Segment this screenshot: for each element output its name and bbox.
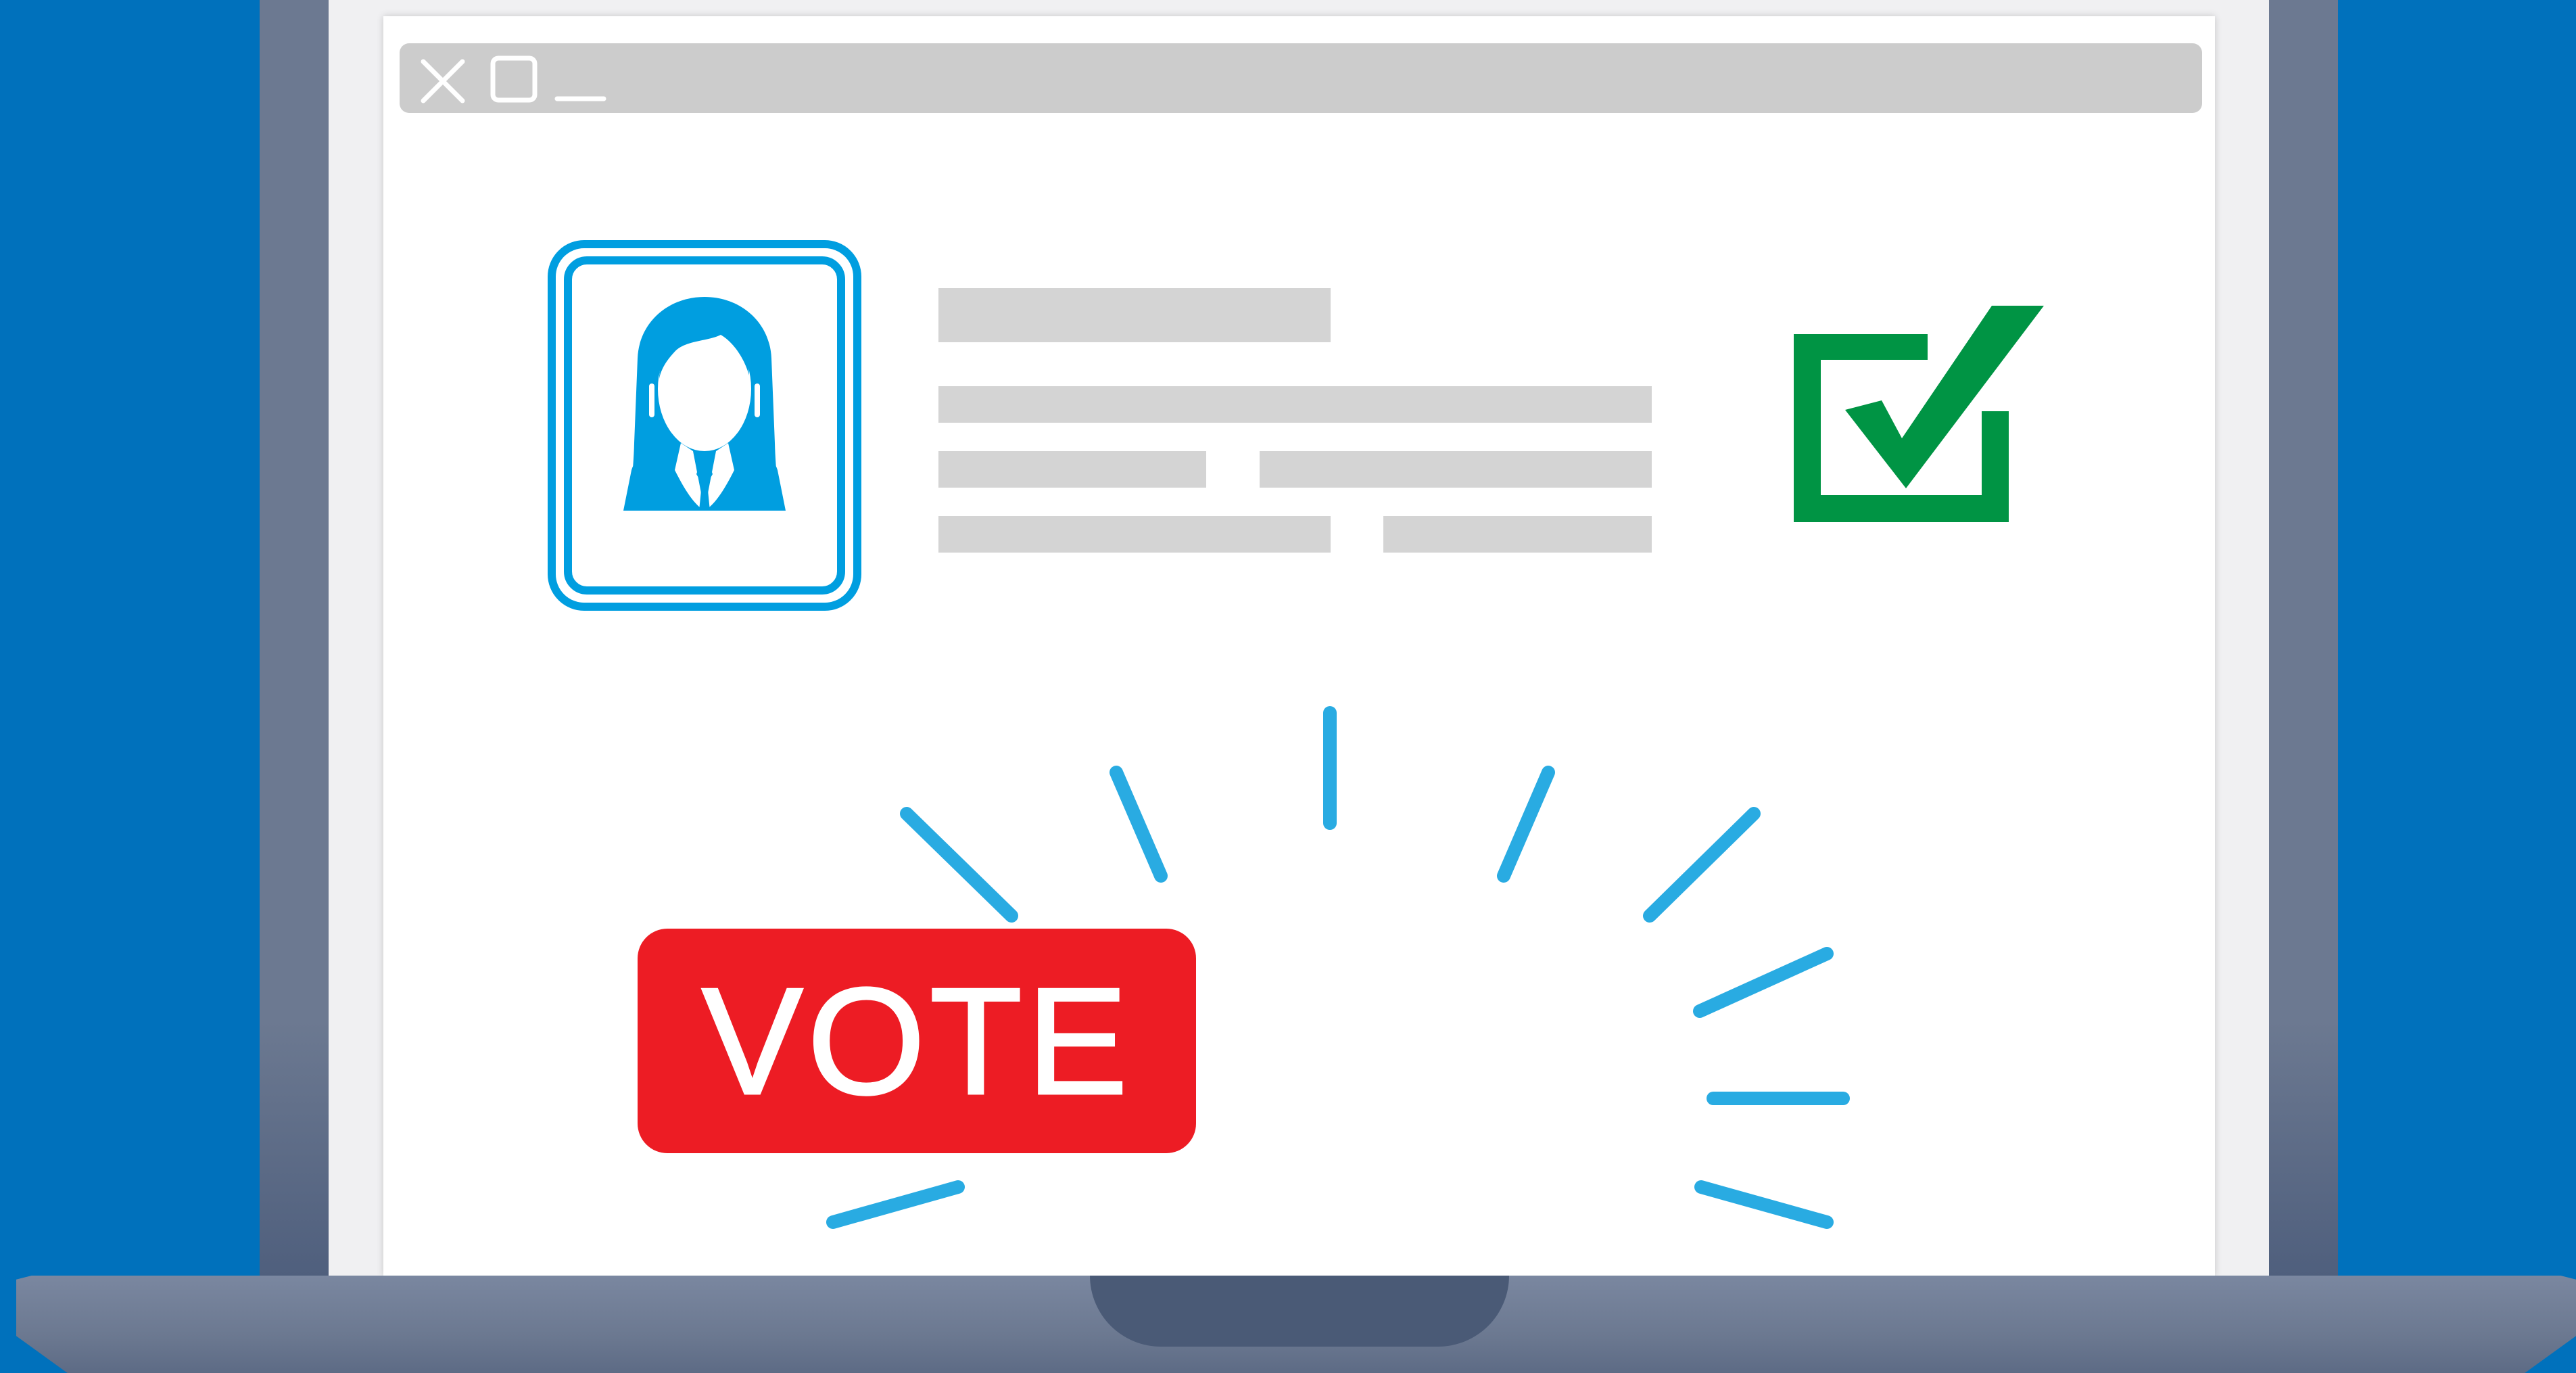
vote-button-label: VOTE [700, 955, 1132, 1126]
vote-button[interactable]: VOTE [638, 929, 1196, 1153]
candidate-name-placeholder [938, 288, 1331, 342]
info-line-placeholder [938, 516, 1331, 553]
window-titlebar [400, 43, 2202, 113]
candidate-portrait [548, 240, 861, 611]
close-icon[interactable] [421, 59, 465, 103]
laptop-hinge-notch [1090, 1276, 1509, 1347]
checked-checkbox-icon[interactable] [1794, 304, 2059, 555]
info-line-placeholder [1383, 516, 1652, 553]
info-line-placeholder [938, 451, 1206, 488]
maximize-icon[interactable] [490, 55, 538, 103]
info-line-placeholder [1260, 451, 1652, 488]
info-line-placeholder [938, 386, 1652, 423]
female-candidate-avatar-icon [623, 297, 786, 511]
